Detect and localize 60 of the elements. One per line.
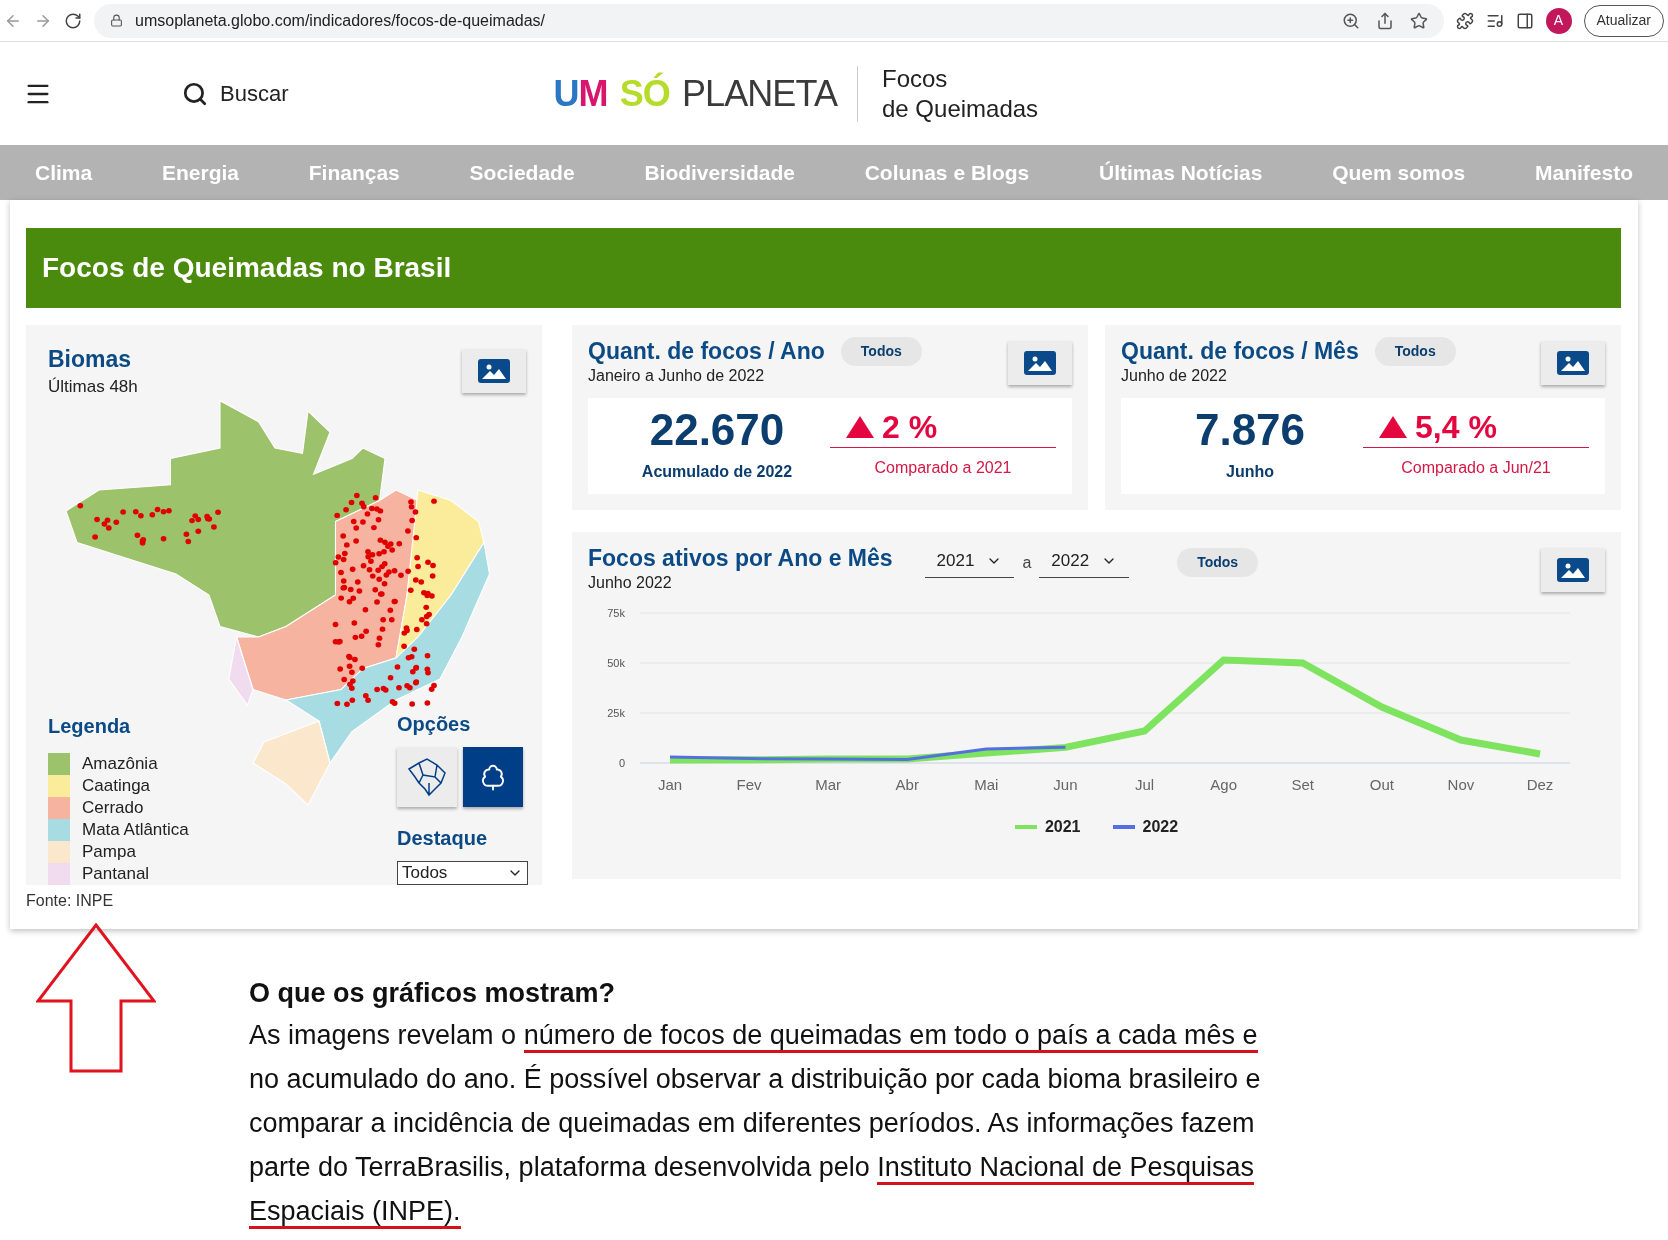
x-tick-label: Abr [895, 775, 919, 793]
x-tick-label: Mar [815, 775, 842, 793]
panel-title: Biomas [48, 345, 133, 374]
x-tick-label: Fev [736, 775, 762, 793]
card-title: Quant. de focos / Mês [1121, 337, 1359, 366]
section-title: Focos de Queimadas [882, 63, 1039, 124]
card-subtitle: Junho de 2022 [1121, 365, 1228, 386]
page-title: Focos de Queimadas no Brasil [26, 228, 1621, 308]
highlight-title: Destaque [397, 826, 489, 851]
x-tick-label: Dez [1526, 775, 1554, 793]
year-select[interactable]: 2021 [924, 547, 1015, 579]
filter-chip[interactable]: Todos [1374, 337, 1456, 366]
y-tick-label: 50k [607, 656, 625, 669]
x-tick-label: Jan [657, 775, 683, 793]
card-subtitle: Junho 2022 [588, 572, 673, 593]
x-tick-label: Jun [1053, 775, 1078, 793]
year-select[interactable]: 2022 [1039, 547, 1130, 579]
legend-label: Cerrado [82, 797, 144, 820]
x-tick-label: Mai [974, 775, 999, 793]
y-tick-label: 75k [607, 606, 625, 619]
change-percent: 2 % [882, 411, 938, 444]
legend-label: Caatinga [82, 775, 151, 798]
stat-value: 7.876 [1194, 407, 1306, 452]
stat-label: Acumulado de 2022 [641, 461, 793, 482]
x-tick-label: Out [1369, 775, 1394, 793]
legend-label: Amazônia [82, 753, 158, 776]
filter-chip[interactable]: Todos [840, 337, 922, 366]
article-heading: O que os gráficos mostram? [249, 977, 617, 1010]
options-title: Opções [397, 712, 472, 737]
card-title: Quant. de focos / Ano [588, 337, 825, 366]
x-tick-label: Ago [1210, 775, 1237, 793]
profile-avatar[interactable]: A [1545, 7, 1572, 34]
x-tick-label: Nov [1447, 775, 1475, 793]
comparison-text: Comparado a 2021 [873, 458, 1013, 479]
x-tick-label: Set [1291, 775, 1314, 793]
change-percent: 5,4 % [1415, 411, 1497, 444]
legend-label: Pantanal [82, 863, 150, 886]
legend-label: Mata Atlântica [82, 819, 189, 842]
y-tick-label: 0 [618, 756, 625, 769]
source-note: Fonte: INPE [26, 891, 115, 911]
legend-label: Pampa [82, 841, 136, 864]
stat-label: Junho [1226, 461, 1274, 482]
site-logo: UM SÓ PLANETA [553, 71, 837, 116]
stat-value: 22.670 [649, 407, 785, 452]
range-separator: a [1022, 553, 1032, 573]
legend-title: Legenda [48, 714, 132, 739]
card-subtitle: Janeiro a Junho de 2022 [588, 365, 766, 386]
legend-label: 2021 [1044, 816, 1081, 837]
address-bar[interactable]: umsoplaneta.globo.com/indicadores/focos-de-queimadas/ [94, 3, 1444, 38]
article-paragraph: As imagens revelam o número de focos de queimadas em todo o país a cada mês e no acumulado do ano. É possível observar a distribuição por cada bioma brasileiro e comparar a incidência de queimadas em diferentes períodos. As informações fazem parte do TerraBrasilis, plataforma desenvolvida pelo Instituto Nacional de Pesquisas Espaciais (INPE). [249, 1013, 1289, 1233]
x-tick-label: Jul [1134, 775, 1155, 793]
card-title: Focos ativos por Ano e Mês [588, 543, 893, 573]
url-text: umsoplaneta.globo.com/indicadores/focos-de-queimadas/ [135, 10, 545, 31]
y-tick-label: 25k [607, 706, 625, 719]
legend-label: 2022 [1142, 816, 1179, 837]
highlight-select[interactable]: Todos [397, 861, 528, 885]
panel-subtitle: Últimas 48h [48, 375, 138, 398]
search-button[interactable]: Buscar [182, 77, 289, 110]
filter-chip[interactable]: Todos [1177, 547, 1259, 577]
comparison-text: Comparado a Jun/21 [1400, 458, 1552, 479]
